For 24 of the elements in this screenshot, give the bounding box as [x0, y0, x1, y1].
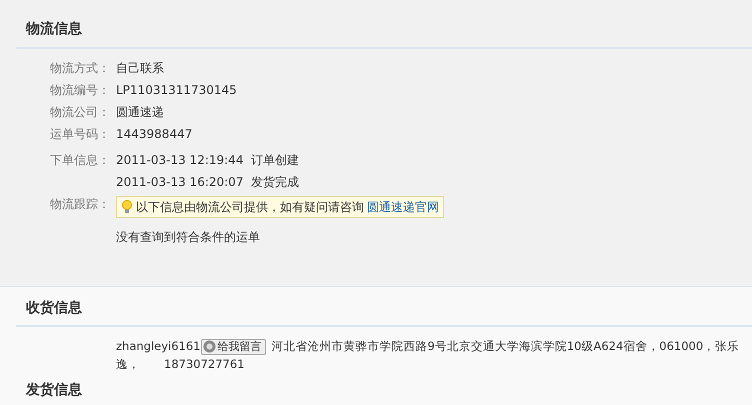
section-title: 发货信息 — [26, 382, 82, 398]
courier-link[interactable]: 圆通速递官网 — [367, 198, 439, 216]
field-label: 物流方式： — [50, 60, 111, 77]
field-value: 1443988447 — [116, 126, 192, 143]
message-button[interactable]: 给我留言 — [200, 338, 266, 355]
order-event: 2011-03-13 12:19:44 订单创建 — [116, 152, 300, 169]
tracking-result: 没有查询到符合条件的运单 — [115, 229, 261, 246]
field-label: 下单信息： — [50, 152, 111, 169]
receiver-phone: 18730727761 — [164, 356, 244, 373]
lightbulb-icon — [121, 200, 133, 214]
buyer-name[interactable]: zhangleyi6161 — [116, 339, 200, 353]
section-title: 物流信息 — [26, 21, 82, 37]
order-event: 2011-03-13 16:20:07 发货完成 — [116, 174, 300, 191]
field-label: 物流公司： — [50, 104, 111, 121]
notice-text: 以下信息由物流公司提供，如有疑问请咨询 — [136, 199, 364, 216]
receiver-address: 河北省沧州市黄骅市学院西路9号北京交通大学海滨学院10级A624宿舍，061000，张乐 — [272, 339, 740, 353]
field-value: 自己联系 — [116, 60, 164, 77]
field-label: 运单号码： — [50, 126, 111, 143]
field-label: 物流跟踪： — [50, 196, 111, 213]
field-value: LP11031311730145 — [116, 82, 237, 99]
field-label: 物流编号： — [50, 82, 111, 99]
receiver-address: 逸， — [116, 356, 140, 373]
field-value: 圆通速递 — [116, 104, 164, 121]
section-title: 收货信息 — [26, 300, 82, 316]
